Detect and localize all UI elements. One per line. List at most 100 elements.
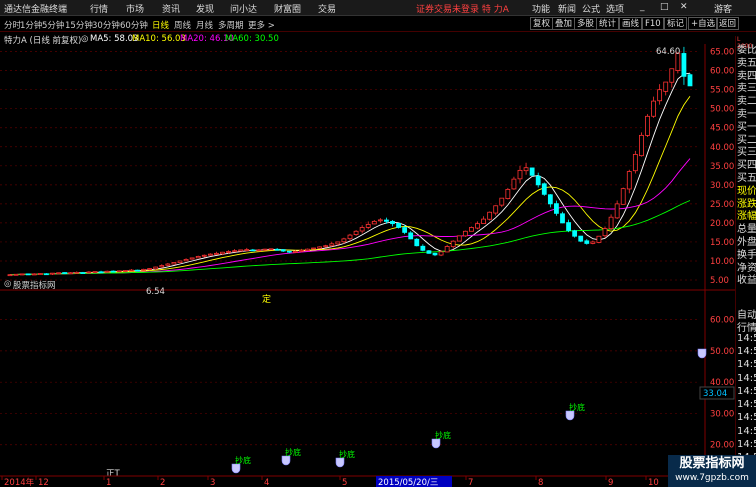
- signal-label: 抄底: [339, 449, 355, 459]
- maximize-icon[interactable]: □: [660, 2, 669, 12]
- candle-body: [572, 230, 578, 237]
- user-label[interactable]: 游客: [714, 2, 732, 15]
- menu-function[interactable]: 功能: [532, 2, 550, 15]
- candle-body: [596, 235, 602, 243]
- side-time-9: 14:5: [737, 425, 756, 437]
- chart-grid: [0, 44, 735, 476]
- candle-body: [292, 251, 298, 253]
- side-time-2: 14:5: [737, 332, 756, 344]
- candle-body: [632, 153, 638, 172]
- price-tick: 5.00: [710, 276, 729, 286]
- minimize-icon[interactable]: _: [640, 2, 645, 12]
- kline-chart[interactable]: 65.0060.0055.0050.0045.0040.0035.0030.00…: [0, 44, 735, 487]
- tab-multi-period[interactable]: 多周期: [218, 19, 244, 31]
- menu-wealth[interactable]: 财富圈: [274, 2, 301, 15]
- close-icon[interactable]: ✕: [680, 2, 688, 12]
- menu-news[interactable]: 资讯: [162, 2, 180, 15]
- quote-side-panel: L 2000 委比 卖五 卖四 卖三 卖二 卖一 买一 买二 买三 买四 买五 现价 涨跌 涨幅 总量 外盘换…: [735, 36, 756, 487]
- candle-body: [220, 251, 225, 255]
- sub-current-value: 33.04: [703, 389, 727, 399]
- candle-body: [238, 249, 244, 252]
- back-button[interactable]: 返回: [716, 17, 740, 30]
- candle-body: [171, 262, 177, 265]
- tab-monthly[interactable]: 月线: [196, 19, 213, 31]
- fuquan-button[interactable]: 复权: [530, 17, 554, 30]
- tab-more[interactable]: 更多 >: [248, 19, 275, 31]
- menu-market[interactable]: 市场: [126, 2, 144, 15]
- tab-1min[interactable]: 1分钟: [20, 19, 42, 31]
- candle-body: [590, 241, 596, 244]
- candle-body: [384, 219, 389, 222]
- tab-fenshi[interactable]: 分时: [4, 19, 21, 31]
- candle-body: [311, 247, 316, 250]
- menu-discover[interactable]: 发现: [196, 2, 214, 15]
- tab-60min[interactable]: 60分钟: [120, 19, 148, 31]
- price-axis: 65.00 60.00 55.00 50.00 45.00 40.00 35.00 30.00…: [710, 48, 734, 286]
- candle-body: [201, 254, 207, 257]
- candle-body: [256, 249, 262, 252]
- candle-body: [614, 203, 620, 219]
- f10-button[interactable]: F10: [642, 17, 664, 30]
- candle-body: [98, 271, 104, 274]
- sub-tick: 30.00: [710, 409, 734, 419]
- candle-body: [578, 235, 584, 242]
- tab-15min[interactable]: 15分钟: [65, 19, 93, 31]
- price-tick: 65.00: [710, 48, 734, 58]
- price-tick: 40.00: [710, 143, 734, 153]
- price-tick: 25.00: [710, 200, 734, 210]
- candle-body: [414, 238, 420, 247]
- draw-button[interactable]: 画线: [619, 17, 643, 30]
- candle-body: [426, 250, 432, 254]
- menu-ask[interactable]: 问小达: [230, 2, 257, 15]
- candle-body: [226, 251, 231, 253]
- price-tick: 60.00: [710, 67, 734, 77]
- signal-label: 抄底: [435, 430, 451, 440]
- candle-body: [56, 272, 61, 275]
- stats-button[interactable]: 统计: [596, 17, 620, 30]
- menu-news-right[interactable]: 新闻: [558, 2, 576, 15]
- candle-body: [681, 53, 687, 77]
- price-tick: 20.00: [710, 219, 734, 229]
- date-tick: 5: [342, 478, 347, 487]
- price-tick: 35.00: [710, 162, 734, 172]
- menu-options[interactable]: 选项: [606, 2, 624, 15]
- mark-button[interactable]: 标记: [664, 17, 688, 30]
- ma-toggle-icon[interactable]: ◎: [81, 34, 88, 44]
- overlay-button[interactable]: 叠加: [552, 17, 576, 30]
- login-notice[interactable]: 证券交易未登录 特 力A: [416, 2, 509, 15]
- signal-label: 抄底: [569, 402, 585, 412]
- candle-body: [262, 248, 268, 251]
- add-favorite-button[interactable]: +自选: [688, 17, 719, 30]
- candle-body: [645, 115, 650, 136]
- candle-body: [377, 219, 383, 222]
- sub-settings-icon[interactable]: ◎: [4, 279, 11, 289]
- candle-body: [7, 274, 13, 277]
- candle-body: [462, 230, 468, 237]
- candle-body: [602, 228, 608, 237]
- candle-body: [323, 245, 329, 248]
- candle-body: [687, 74, 693, 87]
- menu-market-quote[interactable]: 行情: [90, 2, 108, 15]
- app-title: 通达信金融终端: [4, 5, 68, 15]
- candle-body: [31, 273, 37, 276]
- candle-body: [663, 81, 669, 92]
- candle-body: [244, 249, 250, 251]
- cursor-date: 2015/05/20/三: [378, 478, 438, 487]
- candle-body: [669, 68, 675, 83]
- menu-formula[interactable]: 公式: [582, 2, 600, 15]
- candle-body: [305, 248, 310, 251]
- candle-body: [541, 183, 547, 195]
- candle-body: [159, 265, 165, 268]
- date-tick: 1: [106, 478, 111, 487]
- candle-body: [493, 205, 499, 214]
- watermark-title: 股票指标网: [679, 456, 745, 471]
- candle-body: [189, 257, 195, 260]
- menu-trade[interactable]: 交易: [318, 2, 336, 15]
- tab-30min[interactable]: 30分钟: [92, 19, 120, 31]
- multi-stock-button[interactable]: 多股: [574, 17, 598, 30]
- candle-body: [499, 197, 505, 206]
- tab-daily[interactable]: 日线: [152, 19, 169, 31]
- candle-body: [92, 271, 98, 274]
- tab-weekly[interactable]: 周线: [174, 19, 191, 31]
- tab-5min[interactable]: 5分钟: [42, 19, 64, 31]
